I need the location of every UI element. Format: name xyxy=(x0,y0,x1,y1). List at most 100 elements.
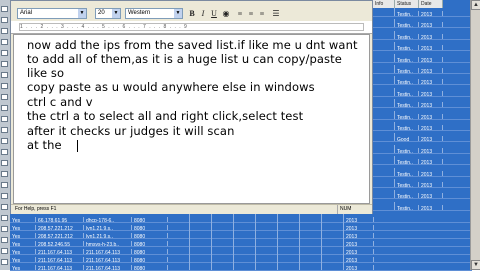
table-cell xyxy=(373,179,395,187)
script-dropdown[interactable]: Western ▼ xyxy=(125,8,183,19)
row-checkbox[interactable] xyxy=(1,149,8,155)
row-checkbox[interactable] xyxy=(1,248,8,254)
column-header[interactable]: Status xyxy=(395,0,419,8)
table-cell: 2013 xyxy=(419,159,443,165)
table-cell xyxy=(300,214,322,222)
table-cell xyxy=(300,254,322,262)
table-cell xyxy=(278,246,300,254)
table-cell xyxy=(300,222,322,230)
scroll-down-arrow-icon[interactable]: ▼ xyxy=(471,260,480,270)
table-cell xyxy=(234,238,256,246)
table-row[interactable]: Testin.. 2013 xyxy=(373,8,470,17)
italic-button[interactable]: I xyxy=(198,8,208,19)
table-row[interactable]: Testin.. 2013 xyxy=(373,19,470,29)
table-cell xyxy=(212,230,234,238)
table-cell xyxy=(278,262,300,270)
row-checkbox[interactable] xyxy=(1,39,8,45)
row-checkbox[interactable] xyxy=(1,171,8,177)
font-name-dropdown[interactable]: Arial ▼ xyxy=(17,8,87,19)
font-color-icon[interactable]: ◉ xyxy=(221,8,231,19)
table-cell xyxy=(256,230,278,238)
column-header[interactable]: Date xyxy=(419,0,443,8)
table-row[interactable]: Testin.. 2013 xyxy=(373,201,470,211)
align-center-icon[interactable]: ≡ xyxy=(246,8,256,19)
table-cell xyxy=(322,222,344,230)
table-cell xyxy=(168,254,190,262)
row-checkbox[interactable] xyxy=(1,105,8,111)
row-checkbox[interactable] xyxy=(1,6,8,12)
document-line: at the xyxy=(27,138,62,152)
table-cell xyxy=(168,230,190,238)
table-cell xyxy=(234,230,256,238)
table-cell xyxy=(256,238,278,246)
row-checkbox[interactable] xyxy=(1,61,8,67)
table-cell: 2013 xyxy=(419,79,443,85)
table-cell xyxy=(190,238,212,246)
table-row[interactable]: Testin.. 2013 xyxy=(373,87,470,97)
document-line: copy paste as u would anywhere else in w… xyxy=(27,80,315,94)
row-checkbox[interactable] xyxy=(1,182,8,188)
document-area[interactable]: now add the ips from the saved list.if l… xyxy=(13,34,370,204)
table-cell xyxy=(234,222,256,230)
table-row[interactable]: Testin.. 2013 xyxy=(373,167,470,177)
table-row[interactable]: Good 2013 xyxy=(373,133,470,143)
table-cell xyxy=(212,262,234,270)
table-cell xyxy=(373,156,395,165)
table-row[interactable]: Testin.. 2013 xyxy=(373,110,470,120)
document-line: like so xyxy=(27,66,65,80)
table-row[interactable]: Testin.. 2013 xyxy=(373,76,470,86)
row-checkbox[interactable] xyxy=(1,116,8,122)
table-row[interactable]: Testin.. 2013 xyxy=(373,156,470,166)
row-checkbox[interactable] xyxy=(1,204,8,210)
column-header[interactable]: Info xyxy=(373,0,395,8)
table-row[interactable]: Testin.. 2013 xyxy=(373,144,470,154)
vertical-scrollbar[interactable]: ▲ ▼ xyxy=(470,0,480,270)
row-checkbox[interactable] xyxy=(1,127,8,133)
underline-button[interactable]: U xyxy=(209,8,219,19)
row-checkbox[interactable] xyxy=(1,193,8,199)
row-checkbox[interactable] xyxy=(1,94,8,100)
table-row[interactable]: Testin.. 2013 xyxy=(373,65,470,74)
table-cell xyxy=(256,222,278,230)
scroll-up-arrow-icon[interactable]: ▲ xyxy=(471,0,480,10)
table-cell xyxy=(190,222,212,230)
row-checkbox[interactable] xyxy=(1,50,8,56)
table-cell xyxy=(168,238,190,246)
table-cell xyxy=(373,167,395,176)
row-checkbox[interactable] xyxy=(1,237,8,243)
row-checkbox[interactable] xyxy=(1,28,8,34)
table-cell: 8080 xyxy=(132,265,168,270)
table-cell: Testin.. xyxy=(395,113,419,119)
table-cell xyxy=(373,99,395,108)
table-row[interactable]: Testin.. 2013 xyxy=(373,99,470,109)
table-row[interactable]: Testin.. 2013 xyxy=(373,122,470,131)
font-size-value: 20 xyxy=(98,10,105,16)
align-right-icon[interactable]: ≡ xyxy=(257,8,267,19)
chevron-down-icon: ▼ xyxy=(78,9,86,18)
table-cell xyxy=(168,222,190,230)
table-cell xyxy=(322,246,344,254)
table-row[interactable]: Testin.. 2013 xyxy=(373,30,470,40)
table-row[interactable]: Testin.. 2013 xyxy=(373,179,470,188)
table-row[interactable]: Testin.. 2013 xyxy=(373,53,470,63)
row-checkbox[interactable] xyxy=(1,259,8,265)
row-checkbox[interactable] xyxy=(1,226,8,232)
table-row[interactable]: Testin.. 2013 xyxy=(373,190,470,200)
table-cell: 2013 xyxy=(419,147,443,153)
table-cell: Testin.. xyxy=(395,125,419,130)
row-checkbox[interactable] xyxy=(1,215,8,221)
row-checkbox[interactable] xyxy=(1,138,8,144)
row-checkbox[interactable] xyxy=(1,17,8,23)
table-row[interactable]: Testin.. 2013 xyxy=(373,42,470,52)
row-checkbox[interactable] xyxy=(1,160,8,166)
text-caret xyxy=(77,140,78,152)
table-cell xyxy=(373,42,395,51)
align-left-icon[interactable]: ≡ xyxy=(235,8,245,19)
table-cell xyxy=(190,230,212,238)
bold-button[interactable]: B xyxy=(187,8,197,19)
bullets-icon[interactable]: ☰ xyxy=(271,8,281,19)
table-cell: 2013 xyxy=(419,182,443,187)
font-size-dropdown[interactable]: 20 ▼ xyxy=(95,8,121,19)
row-checkbox[interactable] xyxy=(1,72,8,78)
row-checkbox[interactable] xyxy=(1,83,8,89)
